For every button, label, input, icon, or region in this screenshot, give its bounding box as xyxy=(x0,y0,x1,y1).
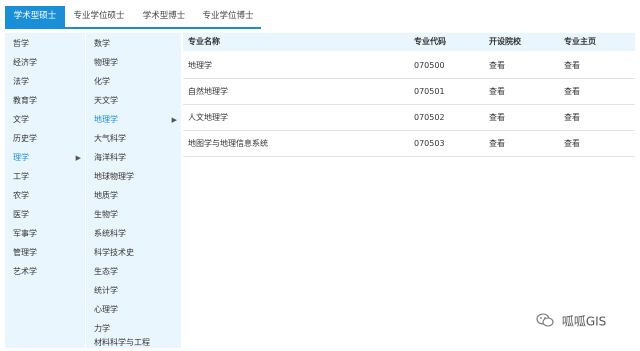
table-row: 地理学 070500 查看 查看 xyxy=(183,53,635,79)
header-major-name: 专业名称 xyxy=(188,37,220,46)
discipline-item-art[interactable]: 艺术学 xyxy=(5,264,85,280)
discipline-item-education[interactable]: 教育学 xyxy=(5,93,85,109)
header-institutions: 开设院校 xyxy=(489,37,521,46)
view-institutions-link[interactable]: 查看 xyxy=(489,105,505,130)
major-name: 人文地理学 xyxy=(188,113,228,122)
view-homepage-link[interactable]: 查看 xyxy=(564,79,580,104)
header-homepage: 专业主页 xyxy=(564,37,596,46)
major-name: 地图学与地理信息系统 xyxy=(188,139,268,148)
subject-item-biology[interactable]: 生物学 xyxy=(86,207,181,223)
discipline-item-management[interactable]: 管理学 xyxy=(5,245,85,261)
discipline-item-history[interactable]: 历史学 xyxy=(5,131,85,147)
major-code: 070502 xyxy=(414,113,445,122)
subject-item-psychology[interactable]: 心理学 xyxy=(86,302,181,318)
discipline-item-engineering[interactable]: 工学 xyxy=(5,169,85,185)
chevron-right-icon: ▶ xyxy=(171,116,177,124)
table-row: 自然地理学 070501 查看 查看 xyxy=(183,79,635,105)
table-row: 人文地理学 070502 查看 查看 xyxy=(183,105,635,131)
chevron-right-icon: ▶ xyxy=(75,154,81,162)
subject-item-geology[interactable]: 地质学 xyxy=(86,188,181,204)
discipline-item-philosophy[interactable]: 哲学 xyxy=(5,36,85,52)
subject-item-history-of-science[interactable]: 科学技术史 xyxy=(86,245,181,261)
major-code: 070500 xyxy=(414,61,445,70)
discipline-item-agriculture[interactable]: 农学 xyxy=(5,188,85,204)
view-institutions-link[interactable]: 查看 xyxy=(489,53,505,78)
discipline-item-science-label: 理学 xyxy=(13,153,29,162)
major-name: 自然地理学 xyxy=(188,87,228,96)
discipline-item-science[interactable]: 理学 ▶ xyxy=(5,150,85,166)
table-header: 专业名称 专业代码 开设院校 专业主页 xyxy=(183,33,635,51)
tab-professional-master[interactable]: 专业学位硕士 xyxy=(67,6,131,27)
subject-item-geography-label: 地理学 xyxy=(94,115,118,124)
watermark-text: 呱呱GIS xyxy=(561,314,607,329)
tab-professional-doctor[interactable]: 专业学位博士 xyxy=(196,6,260,27)
subject-item-geophysics[interactable]: 地球物理学 xyxy=(86,169,181,185)
subject-item-ecology[interactable]: 生态学 xyxy=(86,264,181,280)
tabs-underline xyxy=(5,27,261,29)
subject-item-systems-science[interactable]: 系统科学 xyxy=(86,226,181,242)
discipline-item-medicine[interactable]: 医学 xyxy=(5,207,85,223)
subject-item-mathematics[interactable]: 数学 xyxy=(86,36,181,52)
subject-item-astronomy[interactable]: 天文学 xyxy=(86,93,181,109)
discipline-list: 哲学 经济学 法学 教育学 文学 历史学 理学 ▶ 工学 农学 医学 军事学 管… xyxy=(5,33,85,348)
header-major-code: 专业代码 xyxy=(414,37,446,46)
discipline-item-economics[interactable]: 经济学 xyxy=(5,55,85,71)
subject-item-physics[interactable]: 物理学 xyxy=(86,55,181,71)
subject-item-marine-science[interactable]: 海洋科学 xyxy=(86,150,181,166)
view-institutions-link[interactable]: 查看 xyxy=(489,131,505,156)
subject-item-materials-science[interactable]: 材料科学与工程 xyxy=(86,335,181,351)
subject-item-statistics[interactable]: 统计学 xyxy=(86,283,181,299)
subject-item-geography[interactable]: 地理学 ▶ xyxy=(86,112,181,128)
discipline-item-law[interactable]: 法学 xyxy=(5,74,85,90)
view-homepage-link[interactable]: 查看 xyxy=(564,105,580,130)
watermark: 呱呱GIS xyxy=(536,313,606,329)
table-row: 地图学与地理信息系统 070503 查看 查看 xyxy=(183,131,635,157)
discipline-item-literature[interactable]: 文学 xyxy=(5,112,85,128)
tab-academic-doctor[interactable]: 学术型博士 xyxy=(134,6,194,27)
view-institutions-link[interactable]: 查看 xyxy=(489,79,505,104)
view-homepage-link[interactable]: 查看 xyxy=(564,53,580,78)
major-name: 地理学 xyxy=(188,61,212,70)
subject-list: 数学 物理学 化学 天文学 地理学 ▶ 大气科学 海洋科学 地球物理学 地质学 … xyxy=(86,33,181,348)
major-code: 070501 xyxy=(414,87,445,96)
discipline-item-military[interactable]: 军事学 xyxy=(5,226,85,242)
major-code: 070503 xyxy=(414,139,445,148)
subject-item-atmospheric-science[interactable]: 大气科学 xyxy=(86,131,181,147)
subject-item-chemistry[interactable]: 化学 xyxy=(86,74,181,90)
degree-tabs: 学术型硕士 专业学位硕士 学术型博士 专业学位博士 xyxy=(0,0,640,31)
tab-academic-master[interactable]: 学术型硕士 xyxy=(5,6,65,27)
view-homepage-link[interactable]: 查看 xyxy=(564,131,580,156)
wechat-icon xyxy=(536,313,554,331)
